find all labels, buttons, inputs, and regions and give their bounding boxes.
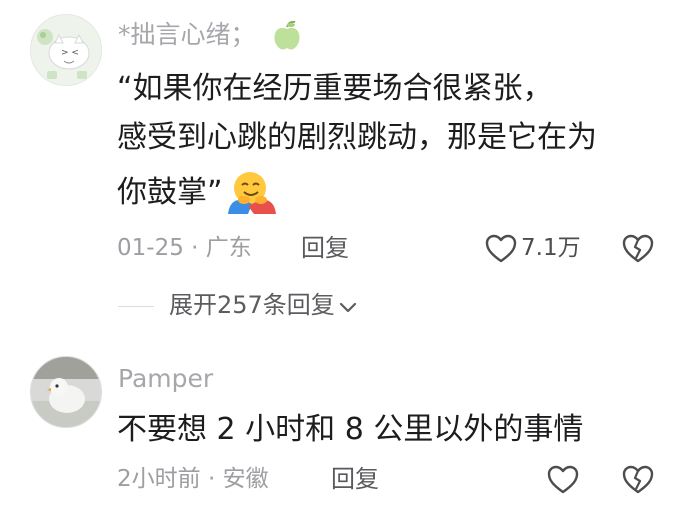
broken-heart-icon[interactable] [622,234,654,268]
heart-outline-icon[interactable] [547,465,579,499]
expand-divider [118,306,154,307]
expand-replies-button[interactable]: 展开257条回复 [169,293,357,318]
comment-text: 不要想 2 小时和 8 公里以外的事情 [117,412,584,447]
heart-outline-icon[interactable] [485,234,517,268]
chevron-down-icon [339,294,357,318]
avatar[interactable]: > < [30,14,102,86]
avatar[interactable] [30,356,102,428]
broken-heart-icon[interactable] [622,465,654,499]
comment-meta: 01-25 · 广东 [117,235,252,261]
expand-replies-label: 展开257条回复 [169,291,335,319]
comment-text-line: 你鼓掌” [117,175,223,210]
comment-meta: 2小时前 · 安徽 [117,466,269,492]
svg-text:> <: > < [61,48,79,58]
apple-icon [272,20,302,56]
reply-button[interactable]: 回复 [301,236,349,260]
reply-button[interactable]: 回复 [331,467,379,491]
hugging-face-icon [226,170,278,220]
like-count: 7.1万 [521,235,581,261]
comment-username[interactable]: *拙言心绪； [118,22,256,47]
comment-text-line: 感受到心跳的剧烈跳动，那是它在为 [117,120,597,155]
comment-text-line: “如果你在经历重要场合很紧张， [117,71,553,106]
comment-username[interactable]: Pamper [118,366,213,391]
